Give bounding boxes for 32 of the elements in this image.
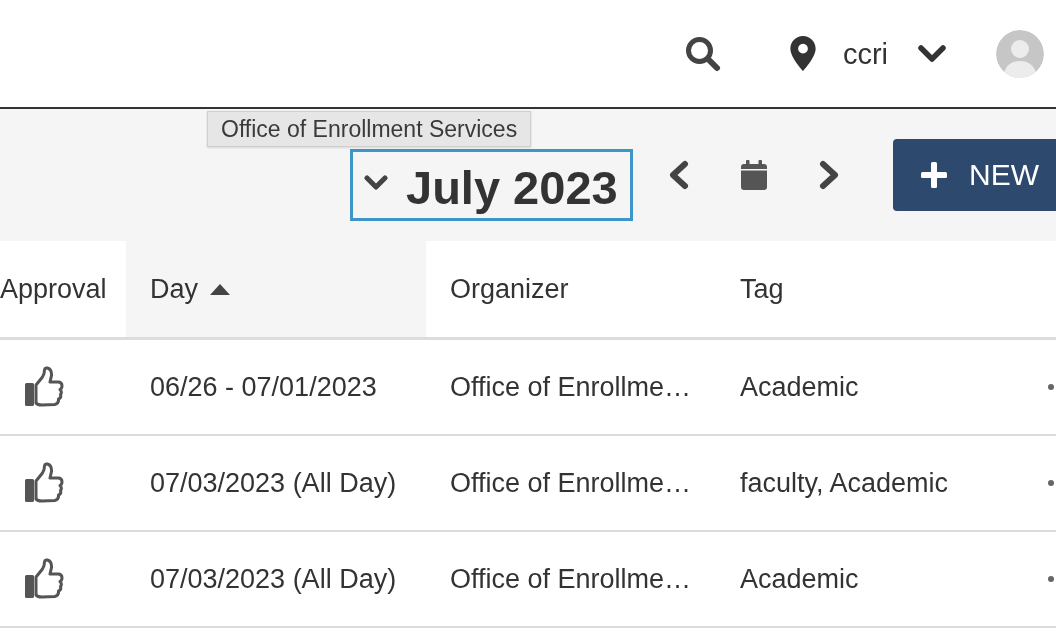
table-cell-text: Office of Enrollme… — [449, 562, 693, 596]
table-cell-text: Office of Enrollme… — [449, 370, 693, 404]
table-cell-text: 07/03/2023 (All Day) — [149, 466, 398, 500]
thumbs-up-icon[interactable] — [24, 366, 64, 408]
column-header[interactable]: Day — [126, 241, 426, 337]
dot-icon — [1048, 480, 1054, 486]
table-cell-text: Academic — [739, 370, 860, 404]
new-button[interactable]: NEW — [893, 139, 1056, 211]
thumbs-up-icon[interactable] — [24, 558, 64, 600]
thumbs-up-icon[interactable] — [24, 462, 64, 504]
month-picker[interactable]: July 2023 — [350, 149, 633, 221]
dot-icon — [1048, 384, 1054, 390]
plus-icon — [921, 162, 947, 188]
column-header[interactable]: Tag — [716, 241, 1030, 337]
tooltip: Office of Enrollment Services — [207, 111, 532, 147]
location-dropdown[interactable]: ccri — [789, 33, 946, 74]
sort-arrow-icon — [210, 283, 230, 295]
table-cell-text: Academic — [739, 562, 860, 596]
map-pin-icon — [789, 36, 816, 71]
search-icon[interactable] — [684, 35, 721, 72]
column-header[interactable]: Organizer — [426, 241, 716, 337]
chevron-down-icon — [364, 174, 388, 191]
table-cell-text: 07/03/2023 (All Day) — [149, 562, 398, 596]
table-cell-text: Office of Enrollme… — [449, 466, 693, 500]
column-header[interactable]: Approval — [0, 241, 126, 337]
chevron-right-icon[interactable] — [818, 160, 840, 190]
chevron-left-icon[interactable] — [668, 160, 690, 190]
calendar-icon[interactable] — [741, 160, 767, 190]
table-cell-text: 06/26 - 07/01/2023 — [149, 370, 378, 404]
dot-icon — [1048, 576, 1054, 582]
chevron-down-icon — [918, 44, 946, 63]
table-cell-text: faculty, Academic — [739, 466, 950, 500]
